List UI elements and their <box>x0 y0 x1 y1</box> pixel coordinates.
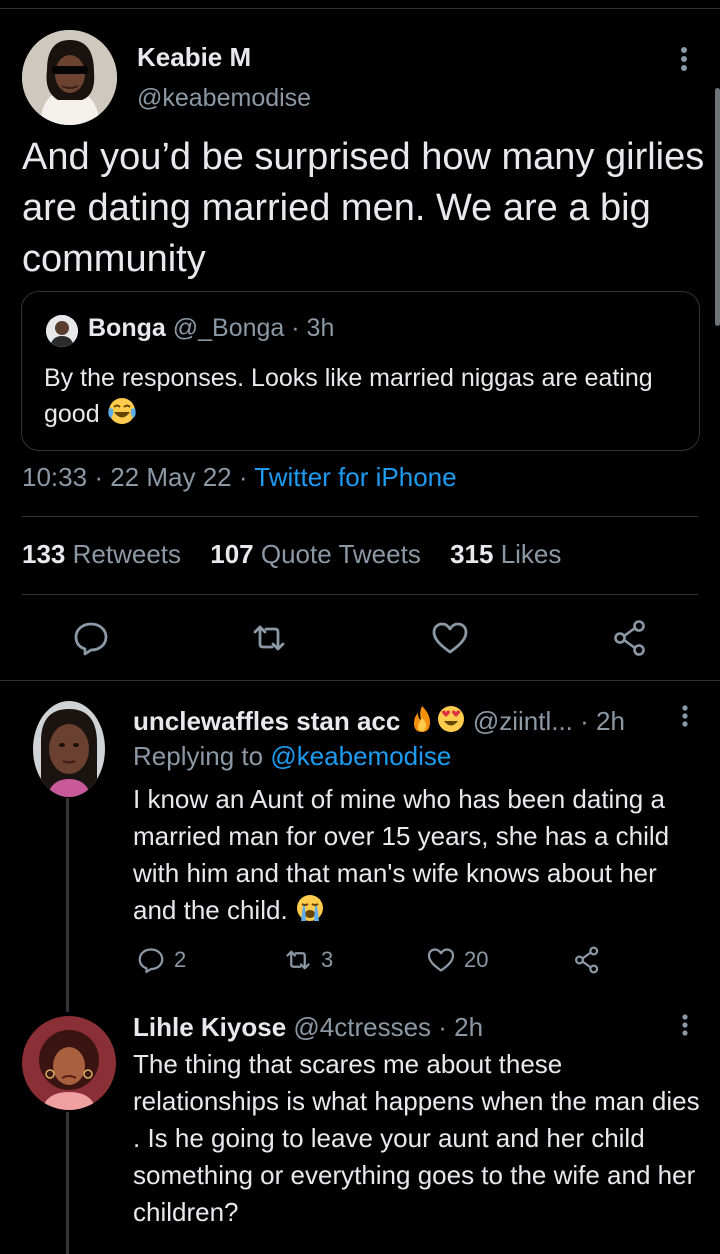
quote-text-wrap: By the responses. Looks like married nig… <box>44 360 674 436</box>
top-divider <box>0 8 720 9</box>
reply-time: · 2h <box>438 1012 484 1042</box>
fire-emoji <box>408 704 436 741</box>
reply-icon[interactable] <box>71 618 111 658</box>
likes-label: Likes <box>500 539 562 569</box>
quotes-label: Quote Tweets <box>260 539 421 569</box>
tweet-time: 10:33 <box>22 462 88 492</box>
retweet-count: 3 <box>321 947 334 972</box>
reply-header: unclewaffles stan acc @ziintl... · 2h <box>133 704 625 741</box>
quote-author-name: Bonga <box>88 314 166 342</box>
tweet-date: 22 May 22 <box>110 462 232 492</box>
retweet-action[interactable]: 3 <box>283 945 333 975</box>
heart-eyes-emoji <box>436 704 466 741</box>
thread-line <box>66 1112 69 1254</box>
crying-emoji <box>295 893 325 933</box>
reply-time: · 2h <box>580 706 625 736</box>
joy-emoji <box>107 396 137 436</box>
divider <box>22 516 698 517</box>
quotes-stat[interactable]: 107 Quote Tweets <box>210 539 421 569</box>
divider <box>0 680 720 681</box>
reply-text-wrap: I know an Aunt of mine who has been dati… <box>133 781 703 933</box>
like-icon <box>427 948 455 972</box>
reply-text: I know an Aunt of mine who has been dati… <box>133 784 670 925</box>
tweet-text: And you’d be surprised how many girlies … <box>22 136 705 280</box>
share-action[interactable] <box>572 945 602 975</box>
retweets-stat[interactable]: 133 Retweets <box>22 539 181 569</box>
retweets-count: 133 <box>22 539 66 569</box>
retweets-label: Retweets <box>72 539 182 569</box>
reply-author-name[interactable]: Lihle Kiyose <box>133 1012 286 1042</box>
share-icon[interactable] <box>610 618 650 658</box>
quote-author-handle: @_Bonga <box>172 314 285 342</box>
tweet-stats: 133 Retweets 107 Quote Tweets 315 Likes <box>22 539 561 570</box>
likes-stat[interactable]: 315 Likes <box>450 539 561 569</box>
author-handle[interactable]: @keabemodise <box>137 84 311 113</box>
likes-count: 315 <box>450 539 494 569</box>
replying-to: Replying to @keabemodise <box>133 741 451 772</box>
replying-to-label: Replying to <box>133 741 264 771</box>
reply-avatar[interactable] <box>33 701 105 797</box>
share-icon <box>575 946 599 974</box>
reply-avatar[interactable] <box>22 1016 116 1110</box>
more-vertical-icon[interactable] <box>672 44 696 74</box>
reply-author-name[interactable]: unclewaffles stan acc <box>133 706 400 736</box>
retweet-icon <box>286 950 310 970</box>
more-vertical-icon[interactable] <box>674 703 696 731</box>
reply-action[interactable]: 2 <box>136 945 186 975</box>
quote-avatar <box>46 315 78 347</box>
replying-to-handle[interactable]: @keabemodise <box>270 741 451 771</box>
thread-line <box>66 798 69 1012</box>
tweet-meta: 10:33 · 22 May 22 · Twitter for iPhone <box>22 462 457 492</box>
like-action[interactable]: 20 <box>426 945 488 975</box>
reply-author-handle[interactable]: @ziintl... <box>473 706 573 736</box>
like-icon[interactable] <box>430 618 470 658</box>
more-vertical-icon[interactable] <box>674 1012 696 1040</box>
reply-author-handle[interactable]: @4ctresses <box>293 1012 431 1042</box>
quotes-count: 107 <box>210 539 254 569</box>
retweet-icon[interactable] <box>249 618 289 658</box>
reply-text: The thing that scares me about these rel… <box>133 1049 700 1227</box>
author-avatar[interactable] <box>22 30 117 125</box>
quote-time: · 3h <box>291 314 335 342</box>
reply-header: Lihle Kiyose @4ctresses · 2h <box>133 1012 483 1043</box>
reply-count: 2 <box>174 947 187 972</box>
scrollbar[interactable] <box>715 88 720 326</box>
author-name[interactable]: Keabie M <box>137 42 251 73</box>
tweet-source[interactable]: Twitter for iPhone <box>254 462 456 492</box>
divider <box>22 594 698 595</box>
quote-header: Bonga @_Bonga · 3h <box>88 314 334 343</box>
like-count: 20 <box>464 947 489 972</box>
quoted-tweet[interactable]: Bonga @_Bonga · 3h By the responses. Loo… <box>21 291 700 451</box>
reply-icon <box>138 948 164 974</box>
